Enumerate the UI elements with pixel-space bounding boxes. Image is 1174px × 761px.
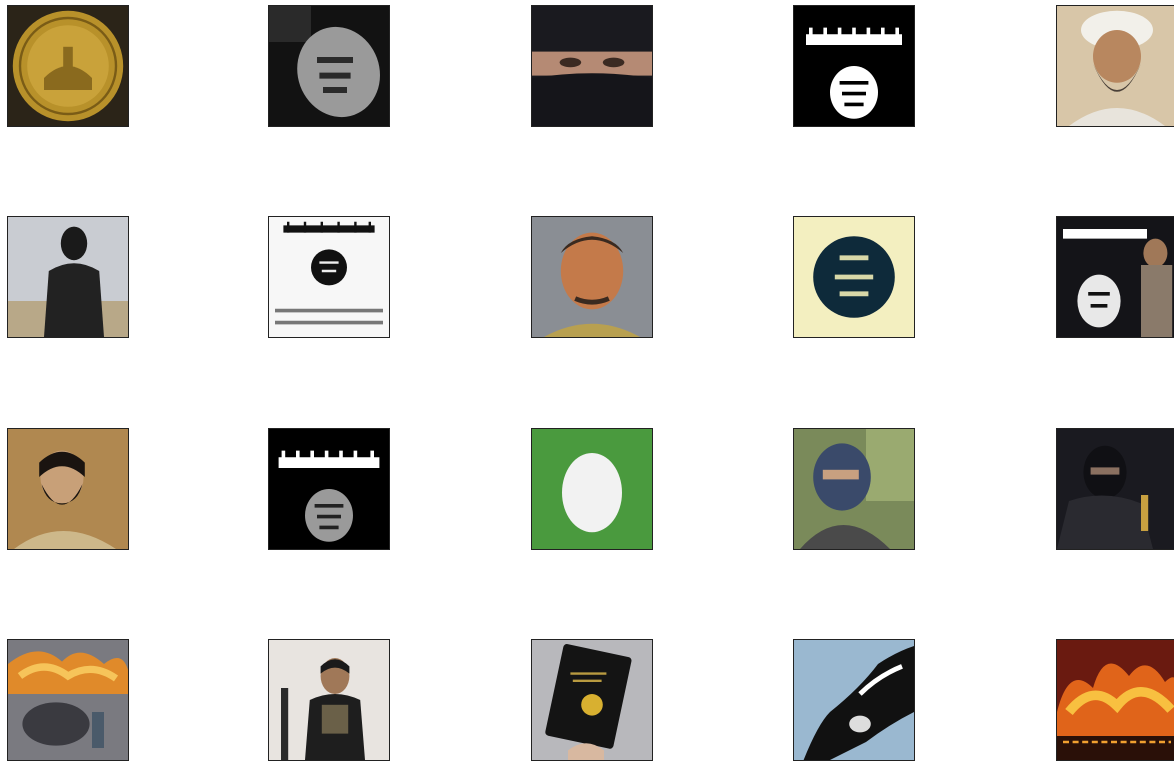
thumbnail-bearded-man xyxy=(1056,5,1174,127)
thumbnail-fire-scene xyxy=(7,639,129,761)
default-egg-avatar-icon xyxy=(532,429,652,549)
thumbnail-flag-with-person xyxy=(1056,216,1174,338)
thumbnail-dark-seal xyxy=(268,5,390,127)
thumbnail-masked-man-outdoor xyxy=(793,428,915,550)
thumbnail-burning-building xyxy=(1056,639,1174,761)
thumbnail-gold-coin xyxy=(7,5,129,127)
thumbnail-black-flag-2 xyxy=(268,428,390,550)
fire-scene-photo xyxy=(8,640,128,760)
bearded-man-portrait xyxy=(1057,6,1174,126)
man-portrait-photo xyxy=(532,217,652,337)
thumbnail-bearded-man-photo xyxy=(7,428,129,550)
white-flag-with-seal-icon xyxy=(269,217,389,337)
black-flag-icon xyxy=(269,429,389,549)
waving-flag-photo xyxy=(794,640,914,760)
thumbnail-white-flag-seal xyxy=(268,216,390,338)
cream-seal-icon xyxy=(794,217,914,337)
burning-building-photo xyxy=(1057,640,1174,760)
flag-with-person-photo xyxy=(1057,217,1174,337)
image-grid xyxy=(0,0,1174,761)
masked-man-outdoor-photo xyxy=(794,429,914,549)
thumbnail-default-avatar xyxy=(531,428,653,550)
thumbnail-cream-seal xyxy=(793,216,915,338)
masked-figure-desert-photo xyxy=(8,217,128,337)
thumbnail-black-flag xyxy=(793,5,915,127)
gold-coin-icon xyxy=(8,6,128,126)
black-flag-icon xyxy=(794,6,914,126)
masked-face-photo xyxy=(532,6,652,126)
passport-in-hand-photo xyxy=(532,640,652,760)
dark-seal-icon xyxy=(269,6,389,126)
thumbnail-masked-face xyxy=(531,5,653,127)
thumbnail-masked-man-dark xyxy=(1056,428,1174,550)
masked-man-dark-photo xyxy=(1057,429,1174,549)
thumbnail-masked-figure xyxy=(7,216,129,338)
thumbnail-armed-man xyxy=(268,639,390,761)
thumbnail-waving-flag xyxy=(793,639,915,761)
armed-man-photo xyxy=(269,640,389,760)
bearded-man-photo xyxy=(8,429,128,549)
thumbnail-passport xyxy=(531,639,653,761)
thumbnail-man-portrait xyxy=(531,216,653,338)
